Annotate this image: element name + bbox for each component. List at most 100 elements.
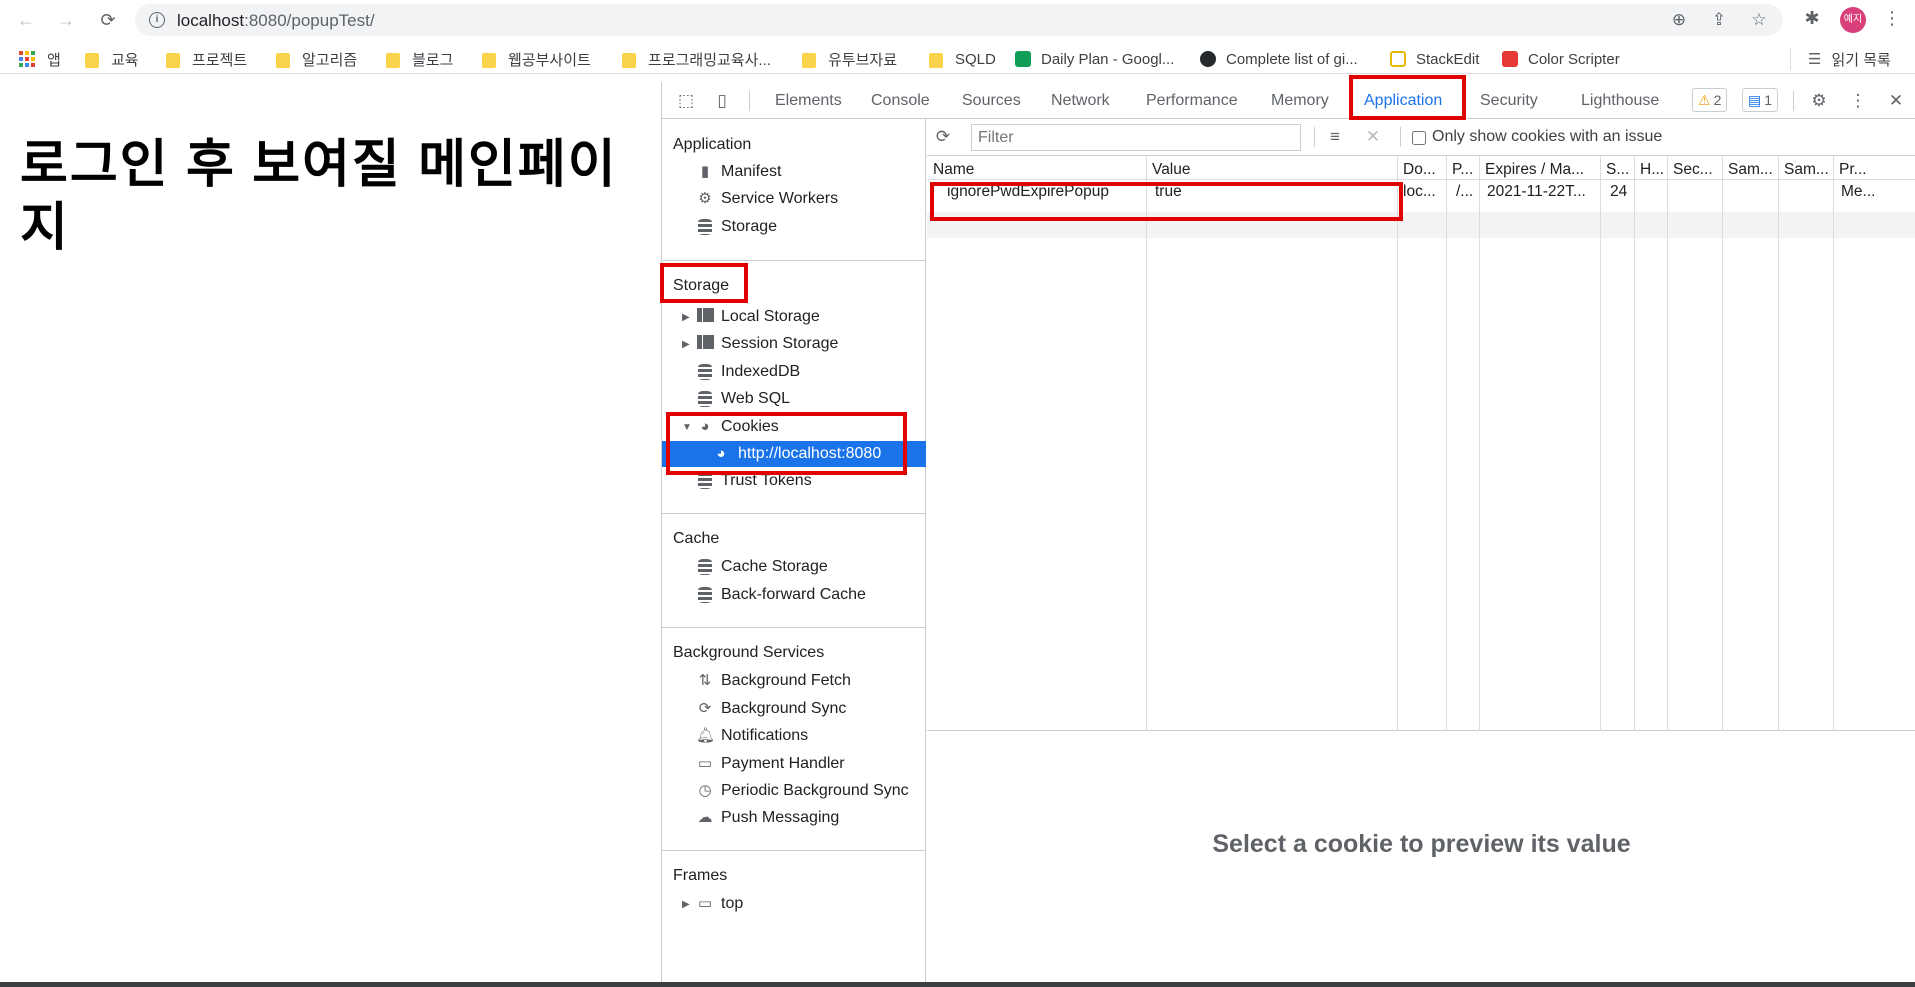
- bookmark-link[interactable]: StackEdit: [1390, 49, 1479, 69]
- expand-arrow-icon[interactable]: ▶: [682, 312, 690, 323]
- sidebar-item-label: Cache Storage: [721, 558, 828, 575]
- apps-grid-icon: [19, 51, 35, 67]
- sidebar-item-label: http://localhost:8080: [738, 445, 882, 462]
- sidebar-item-push-messaging[interactable]: ☁ Push Messaging: [662, 805, 926, 831]
- reload-icon[interactable]: ⟳: [96, 8, 120, 32]
- sidebar-item-trust-tokens[interactable]: Trust Tokens: [662, 468, 926, 494]
- sidebar-item-frame-top[interactable]: ▶ ▭ top: [662, 891, 926, 917]
- column-header-secure[interactable]: Sec...: [1673, 161, 1713, 179]
- sidebar-item-local-storage[interactable]: ▶ Local Storage: [662, 304, 926, 330]
- tab-network[interactable]: Network: [1051, 92, 1110, 110]
- messages-badge[interactable]: ▤ 1: [1742, 88, 1779, 112]
- tab-elements[interactable]: Elements: [775, 92, 842, 110]
- clear-filtered-cookies-icon[interactable]: ≡: [1325, 127, 1345, 147]
- bookmark-folder[interactable]: 교육: [85, 49, 139, 69]
- column-header-domain[interactable]: Do...: [1403, 161, 1436, 179]
- sidebar-item-session-storage[interactable]: ▶ Session Storage: [662, 331, 926, 357]
- column-header-value[interactable]: Value: [1152, 161, 1191, 179]
- inspect-element-icon[interactable]: ⬚: [676, 91, 696, 111]
- tab-application[interactable]: Application: [1357, 92, 1449, 120]
- collapse-arrow-icon[interactable]: ▼: [682, 422, 692, 433]
- tab-security[interactable]: Security: [1480, 92, 1538, 110]
- column-header-samesite[interactable]: Sam...: [1728, 161, 1773, 179]
- sidebar-item-service-workers[interactable]: ⚙ Service Workers: [662, 186, 926, 212]
- column-divider: [1146, 156, 1147, 731]
- sidebar-item-cookie-origin[interactable]: ◕ http://localhost:8080: [662, 441, 926, 467]
- sidebar-item-payment-handler[interactable]: ▭ Payment Handler: [662, 751, 926, 777]
- bookmark-link[interactable]: Color Scripter: [1502, 49, 1620, 69]
- sidebar-item-background-fetch[interactable]: ⇅ Background Fetch: [662, 668, 926, 694]
- devtools-menu-icon[interactable]: ⋮: [1848, 91, 1868, 111]
- column-header-path[interactable]: P...: [1452, 161, 1473, 179]
- zoom-icon[interactable]: ⊕: [1669, 10, 1689, 30]
- close-icon[interactable]: ✕: [1886, 91, 1906, 111]
- bookmark-folder[interactable]: 프로젝트: [166, 49, 247, 69]
- tab-lighthouse[interactable]: Lighthouse: [1581, 92, 1659, 110]
- site-info-icon[interactable]: i: [149, 12, 165, 28]
- bookmark-folder[interactable]: 웹공부사이트: [482, 49, 591, 69]
- sidebar-item-label: Periodic Background Sync: [721, 782, 909, 799]
- bookmark-folder[interactable]: 블로그: [386, 49, 453, 69]
- bookmark-link[interactable]: Daily Plan - Googl...: [1015, 49, 1174, 69]
- browser-toolbar: ← → ⟳ i localhost:8080/popupTest/ ⊕ ⇪ ☆ …: [0, 0, 1915, 40]
- toolbar-divider: [749, 91, 750, 111]
- warnings-badge[interactable]: ⚠ 2: [1692, 88, 1728, 112]
- forward-arrow-icon[interactable]: →: [54, 8, 78, 32]
- stackedit-icon: [1390, 51, 1406, 67]
- tab-memory[interactable]: Memory: [1271, 92, 1329, 110]
- bookmark-apps[interactable]: 앱: [19, 49, 61, 69]
- credit-card-icon: ▭: [697, 755, 713, 772]
- sidebar-item-notifications[interactable]: 🔔︎ Notifications: [662, 723, 926, 749]
- sidebar-item-web-sql[interactable]: Web SQL: [662, 386, 926, 412]
- bookmark-label: Complete list of gi...: [1226, 50, 1358, 68]
- share-icon[interactable]: ⇪: [1709, 10, 1729, 30]
- bookmark-label: SQLD: [955, 50, 996, 68]
- sidebar-item-background-sync[interactable]: ⟳ Background Sync: [662, 696, 926, 722]
- column-header-size[interactable]: S...: [1606, 161, 1629, 179]
- clock-icon: ◷: [698, 782, 712, 799]
- column-header-httponly[interactable]: H...: [1640, 161, 1664, 179]
- bookmark-folder[interactable]: 유투브자료: [802, 49, 897, 69]
- reading-list[interactable]: ☰ 읽기 목록: [1808, 49, 1891, 69]
- address-bar[interactable]: i localhost:8080/popupTest/ ⊕ ⇪ ☆: [135, 4, 1783, 36]
- bookmark-folder[interactable]: 프로그래밍교육사...: [622, 49, 771, 69]
- sidebar-item-periodic-background-sync[interactable]: ◷ Periodic Background Sync: [662, 778, 926, 804]
- tab-console[interactable]: Console: [871, 92, 930, 110]
- tab-performance[interactable]: Performance: [1146, 92, 1238, 110]
- extensions-icon[interactable]: ✱: [1800, 8, 1824, 32]
- bookmark-label: 유투브자료: [828, 51, 898, 69]
- expand-arrow-icon[interactable]: ▶: [682, 339, 690, 350]
- refresh-icon[interactable]: ⟳: [933, 127, 953, 147]
- column-header-priority[interactable]: Pr...: [1839, 161, 1867, 179]
- only-issues-checkbox[interactable]: [1412, 131, 1426, 145]
- column-header-expires[interactable]: Expires / Ma...: [1485, 161, 1584, 179]
- device-toolbar-icon[interactable]: ▯: [712, 91, 732, 111]
- bookmark-folder[interactable]: SQLD: [929, 49, 996, 69]
- column-divider: [1479, 156, 1480, 731]
- column-header-sameparty[interactable]: Sam...: [1784, 161, 1829, 179]
- avatar[interactable]: 예지: [1840, 7, 1866, 33]
- bookmark-label: Daily Plan - Googl...: [1041, 50, 1175, 68]
- table-grid-icon: [696, 308, 714, 326]
- back-arrow-icon[interactable]: ←: [14, 8, 38, 32]
- sidebar-item-back-forward-cache[interactable]: Back-forward Cache: [662, 582, 926, 608]
- sidebar-item-storage-overview[interactable]: Storage: [662, 214, 926, 240]
- filter-input[interactable]: [971, 124, 1301, 151]
- menu-kebab-icon[interactable]: ⋮: [1880, 8, 1904, 32]
- expand-arrow-icon[interactable]: ▶: [682, 899, 690, 910]
- sidebar-item-cache-storage[interactable]: Cache Storage: [662, 554, 926, 580]
- delete-selected-icon[interactable]: ✕: [1363, 127, 1383, 147]
- column-header-name[interactable]: Name: [933, 161, 974, 179]
- sidebar-item-cookies[interactable]: ▼ ◕ Cookies: [662, 414, 926, 440]
- sync-icon: ⟳: [698, 700, 712, 717]
- bookmark-label: StackEdit: [1416, 50, 1480, 68]
- sidebar-item-manifest[interactable]: ▮ Manifest: [662, 159, 926, 185]
- bookmark-link[interactable]: Complete list of gi...: [1200, 49, 1358, 69]
- column-divider: [1833, 156, 1834, 731]
- settings-gear-icon[interactable]: ⚙: [1809, 91, 1829, 111]
- sidebar-item-indexeddb[interactable]: IndexedDB: [662, 359, 926, 385]
- table-grid-icon: [696, 335, 714, 353]
- tab-sources[interactable]: Sources: [962, 92, 1021, 110]
- bookmark-star-icon[interactable]: ☆: [1749, 10, 1769, 30]
- bookmark-folder[interactable]: 알고리즘: [276, 49, 357, 69]
